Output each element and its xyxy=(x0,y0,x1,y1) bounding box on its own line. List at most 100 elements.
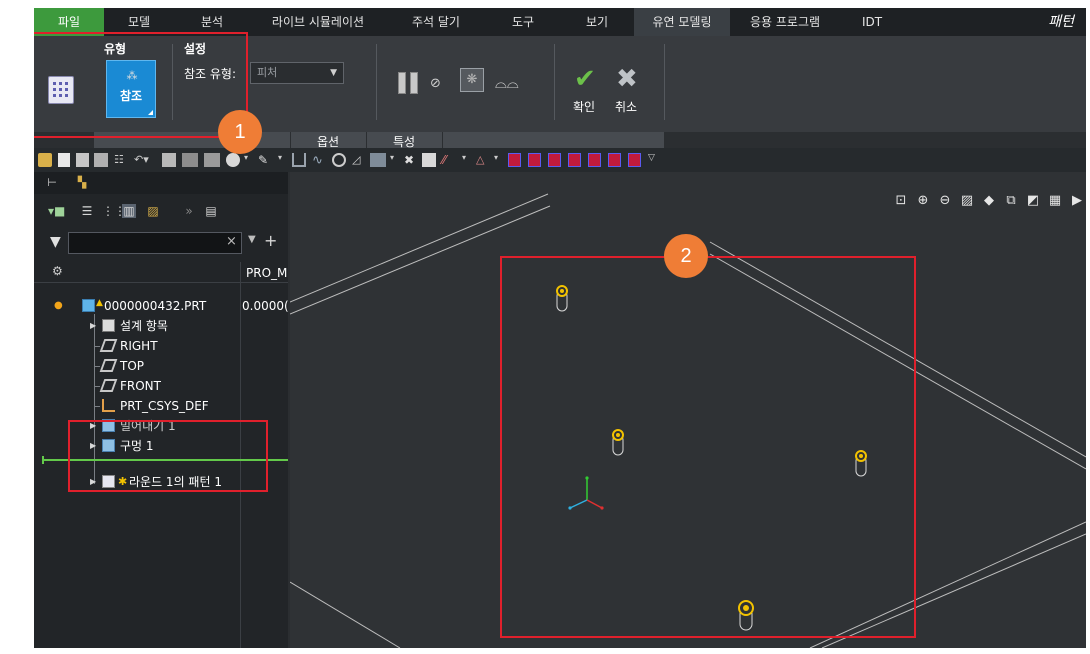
datum-icon[interactable] xyxy=(370,153,386,167)
view-cube-icon[interactable] xyxy=(528,153,541,167)
menu-tools[interactable]: 도구 xyxy=(486,8,560,36)
column-header-pro-m[interactable]: PRO_M xyxy=(246,266,288,280)
cancel-x-icon[interactable]: ✖ xyxy=(616,64,638,94)
print-icon[interactable] xyxy=(162,153,176,167)
verify-preview-icon[interactable]: ❋ xyxy=(460,68,484,92)
view-cube-icon[interactable] xyxy=(608,153,621,167)
tree-item-design-items[interactable]: ▶ 설계 항목 xyxy=(34,316,240,336)
highlight-box-tree xyxy=(68,420,268,492)
view-cube-icon[interactable] xyxy=(628,153,641,167)
tree-settings-icon[interactable]: ▥ xyxy=(122,204,136,218)
circle-icon[interactable] xyxy=(332,153,346,167)
ok-label[interactable]: 확인 xyxy=(573,98,595,115)
tree-item-top-plane[interactable]: TOP xyxy=(34,356,240,376)
tree-toolbar: ▾■ ☰ ⋮⋮ ▥ ▨ » ▤ xyxy=(34,194,288,230)
tree-item-part[interactable]: ● ▲ 0000000432.PRT 0.0000( xyxy=(34,296,288,316)
view-icon[interactable] xyxy=(182,153,198,167)
new-file-icon[interactable] xyxy=(58,153,70,167)
highlight-box-2 xyxy=(500,256,916,638)
funnel-icon[interactable]: ▼ xyxy=(50,234,61,250)
sketch-icon[interactable] xyxy=(292,153,306,167)
datum-plane-icon xyxy=(99,359,118,372)
measure-ruler-icon[interactable]: ✎ xyxy=(258,153,276,167)
pattern-tab-title[interactable]: 패턴 xyxy=(1036,8,1086,36)
chevron-down-icon[interactable]: ▼ xyxy=(248,234,256,245)
menu-idt[interactable]: IDT xyxy=(840,8,904,36)
tree-filter-cube-icon[interactable]: ▾■ xyxy=(48,204,65,218)
triangle-icon[interactable]: △ xyxy=(476,153,490,167)
tree-item-value: 0.0000( xyxy=(242,299,288,313)
tree-item-label: RIGHT xyxy=(120,339,158,353)
tree-item-csys[interactable]: PRT_CSYS_DEF xyxy=(34,396,240,416)
menu-live-simulation[interactable]: 라이브 시뮬레이션 xyxy=(250,8,386,36)
chevron-down-icon[interactable]: ▾ xyxy=(244,153,252,167)
chevron-down-icon[interactable]: ▾ xyxy=(390,153,398,167)
coordinate-system-icon xyxy=(102,399,115,412)
curve-icon[interactable]: ∿ xyxy=(312,153,326,168)
chevron-down-icon[interactable]: ▽ xyxy=(648,153,656,167)
glasses-icon[interactable]: ⌓⌓ xyxy=(495,74,519,92)
tree-list-icon[interactable]: ☰ xyxy=(80,204,94,218)
ribbon-divider xyxy=(664,44,665,120)
ok-check-icon[interactable]: ✔ xyxy=(574,64,596,94)
pause-icon[interactable] xyxy=(398,72,420,94)
callout-2: 2 xyxy=(664,234,708,278)
menu-flexible-modeling[interactable]: 유연 모델링 xyxy=(634,8,730,36)
text-annotation-icon[interactable] xyxy=(422,153,436,167)
view-cube-icon[interactable] xyxy=(548,153,561,167)
tree-document-icon[interactable]: ▤ xyxy=(204,204,218,218)
datum-plane-icon xyxy=(99,339,118,352)
view-icon[interactable] xyxy=(204,153,220,167)
tree-item-label: 설계 항목 xyxy=(120,319,168,333)
dimension-icon[interactable]: ⁄⁄ xyxy=(442,153,458,167)
regenerate-icon[interactable] xyxy=(38,153,52,167)
folder-browser-tab-icon[interactable]: ▚ xyxy=(74,175,90,191)
model-tree-panel: ⊢ ▚ ▾■ ☰ ⋮⋮ ▥ ▨ » ▤ ▼ × ▼ + ⚙ PRO_M ● ▲ … xyxy=(34,172,288,648)
tree-expand-icon[interactable]: » xyxy=(182,204,196,218)
datum-plane-icon xyxy=(99,379,118,392)
save-icon[interactable] xyxy=(76,153,89,167)
tree-filter-icon[interactable]: ▨ xyxy=(146,204,160,218)
tree-column-header: ⚙ PRO_M xyxy=(34,262,288,283)
model-tree-tab-icon[interactable]: ⊢ xyxy=(44,175,60,191)
design-items-icon xyxy=(102,319,115,332)
settings-icon[interactable]: ☷ xyxy=(114,153,128,167)
view-cube-icon[interactable] xyxy=(568,153,581,167)
tree-item-label: 0000000432.PRT xyxy=(104,299,207,313)
tree-columns-icon[interactable]: ⋮⋮ xyxy=(102,204,126,218)
stop-icon[interactable]: ⊘ xyxy=(430,76,441,91)
reference-type-value: 피처 xyxy=(257,66,278,79)
tree-search-input[interactable] xyxy=(68,232,242,254)
status-dot-icon: ● xyxy=(54,300,63,311)
clear-search-icon[interactable]: × xyxy=(226,234,237,249)
chevron-down-icon: ▼ xyxy=(330,68,337,78)
menu-view[interactable]: 보기 xyxy=(560,8,634,36)
tree-item-right-plane[interactable]: RIGHT xyxy=(34,336,240,356)
add-icon[interactable]: + xyxy=(264,231,277,250)
warning-marker-icon: ▲ xyxy=(96,298,103,308)
ribbon-divider xyxy=(376,44,377,120)
shading-sphere-icon[interactable] xyxy=(226,153,240,167)
chevron-down-icon[interactable]: ▾ xyxy=(278,153,286,167)
highlight-box-1 xyxy=(34,32,248,138)
undo-icon[interactable]: ↶▾ xyxy=(134,153,158,167)
tree-item-front-plane[interactable]: FRONT xyxy=(34,376,240,396)
menu-annotate[interactable]: 주석 달기 xyxy=(386,8,486,36)
view-cube-icon[interactable] xyxy=(508,153,521,167)
tree-item-label: TOP xyxy=(120,359,145,373)
tree-item-label: PRT_CSYS_DEF xyxy=(120,399,209,413)
navigator-tabs: ⊢ ▚ xyxy=(34,172,288,194)
chevron-down-icon[interactable]: ▾ xyxy=(462,153,470,167)
view-cube-icon[interactable] xyxy=(588,153,601,167)
quick-access-toolbar: ☷ ↶▾ ▾ ✎ ▾ ∿ ◿ ▾ ✖ ⁄⁄ ▾ △ ▾ ▽ xyxy=(34,148,1086,172)
part-icon xyxy=(82,299,95,312)
expand-arrow-icon[interactable]: ▶ xyxy=(90,316,96,336)
reference-type-select[interactable]: 피처 ▼ xyxy=(250,62,344,84)
tree-settings-icon[interactable]: ⚙ xyxy=(52,264,63,278)
cancel-label[interactable]: 취소 xyxy=(615,98,637,115)
open-icon[interactable] xyxy=(94,153,108,167)
chevron-down-icon[interactable]: ▾ xyxy=(494,153,502,167)
menu-applications[interactable]: 응용 프로그램 xyxy=(730,8,840,36)
delete-icon[interactable]: ✖ xyxy=(404,153,418,167)
angle-icon[interactable]: ◿ xyxy=(352,153,366,167)
